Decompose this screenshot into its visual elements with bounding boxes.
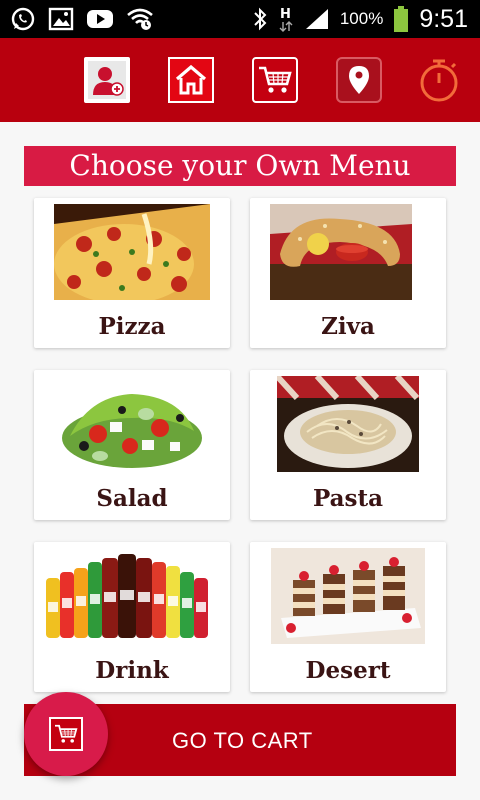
menu-card-label: Drink [95, 657, 169, 684]
fab-cart-icon-box [49, 717, 83, 751]
cart-icon [55, 724, 78, 743]
menu-card-label: Salad [96, 485, 168, 512]
wifi-icon [127, 8, 153, 30]
nav-cart-button[interactable] [252, 57, 298, 103]
menu-card-pasta[interactable]: Pasta [250, 370, 446, 520]
user-icon [88, 61, 126, 99]
home-icon [175, 64, 207, 95]
status-bar: H 100% 9:51 [0, 0, 480, 38]
signal-icon [305, 9, 328, 29]
menu-card-label: Desert [305, 657, 391, 684]
salad-image [60, 376, 204, 472]
nav-location-button[interactable] [336, 57, 382, 103]
drink-image [44, 548, 220, 644]
youtube-icon [87, 10, 113, 28]
pizza-image [54, 204, 210, 300]
top-nav [0, 38, 480, 122]
cart-icon [259, 66, 292, 93]
stopwatch-icon [420, 59, 458, 102]
bluetooth-icon [254, 7, 267, 31]
whatsapp-icon [11, 7, 35, 31]
svg-text:H: H [280, 7, 291, 22]
go-to-cart-label: GO TO CART [172, 728, 313, 753]
nav-profile-button[interactable] [84, 57, 130, 103]
nav-timer-button[interactable] [416, 57, 462, 103]
ziva-image [270, 204, 426, 300]
page-title: Choose your Own Menu [24, 146, 456, 186]
nav-home-button[interactable] [168, 57, 214, 103]
desert-image [271, 548, 425, 644]
menu-card-label: Ziva [321, 313, 375, 340]
menu-card-pizza[interactable]: Pizza [34, 198, 230, 348]
menu-card-desert[interactable]: Desert [250, 542, 446, 692]
battery-icon [394, 6, 409, 32]
battery-percent: 100% [339, 9, 384, 28]
menu-card-label: Pasta [312, 485, 384, 512]
h-data-icon: H [279, 7, 293, 32]
location-pin-icon [349, 66, 369, 94]
menu-card-label: Pizza [98, 313, 166, 340]
menu-card-drink[interactable]: Drink [34, 542, 230, 692]
clock: 9:51 [419, 4, 468, 33]
menu-card-salad[interactable]: Salad [34, 370, 230, 520]
floating-cart-button[interactable] [24, 692, 108, 776]
menu-card-ziva[interactable]: Ziva [250, 198, 446, 348]
gallery-icon [48, 7, 74, 31]
pasta-image [277, 376, 419, 472]
